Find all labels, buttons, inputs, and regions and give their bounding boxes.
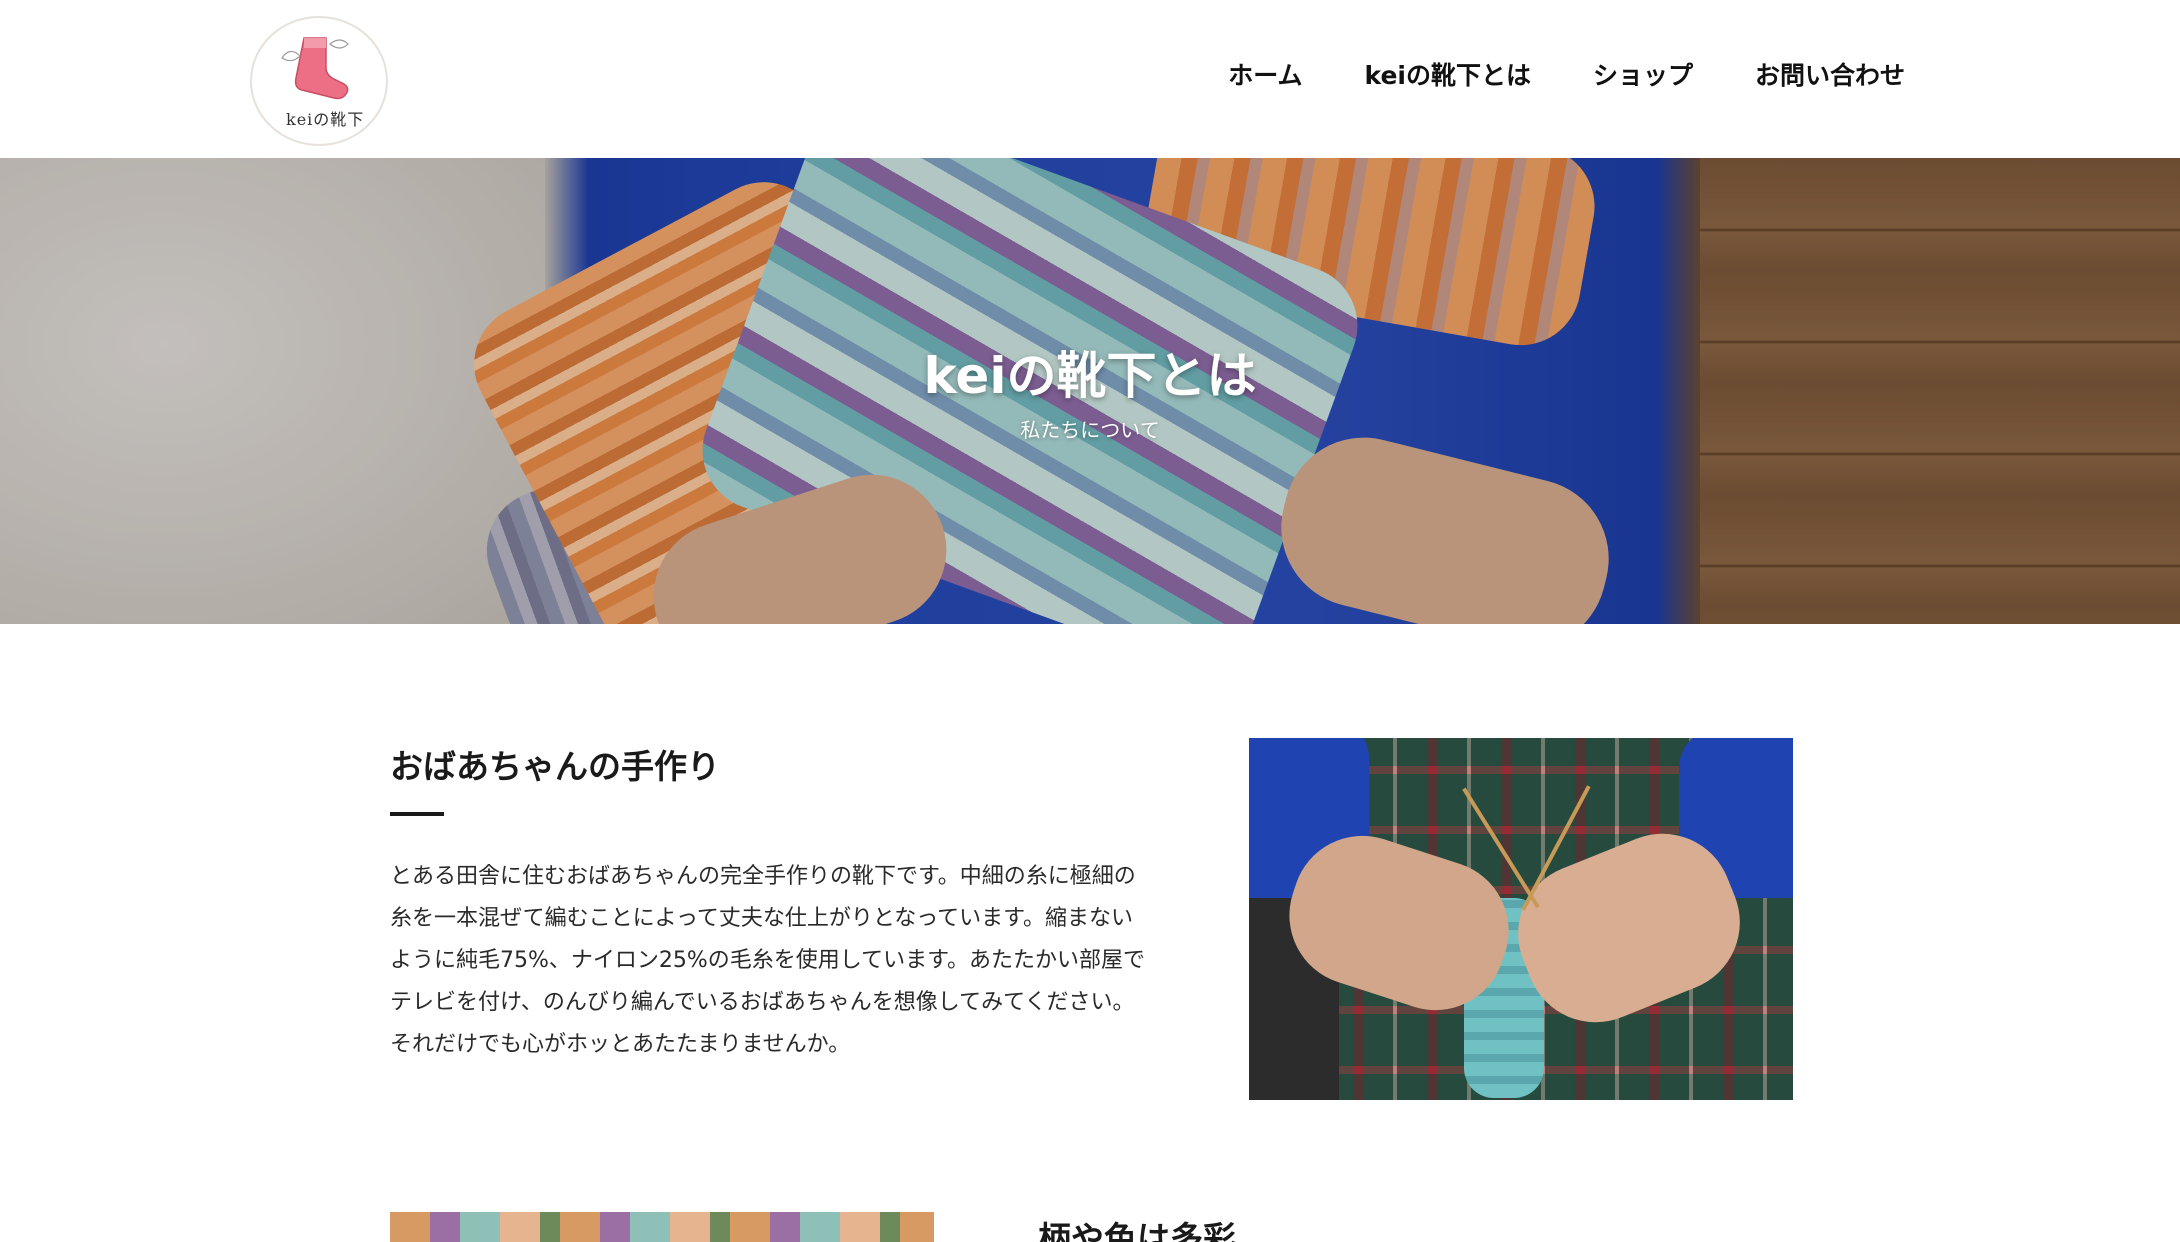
main-nav: ホーム keiの靴下とは ショップ お問い合わせ <box>1228 56 1905 92</box>
sock-logo-icon <box>281 37 349 100</box>
site-logo[interactable]: keiの靴下 <box>240 12 400 150</box>
site-header: keiの靴下 ホーム keiの靴下とは ショップ お問い合わせ <box>0 0 2180 158</box>
knitting-photo <box>1249 738 1793 1100</box>
nav-item-contact[interactable]: お問い合わせ <box>1755 56 1905 92</box>
logo-text: keiの靴下 <box>286 110 365 129</box>
socks-variety-photo <box>390 1212 934 1242</box>
section-title-handmade: おばあちゃんの手作り <box>390 747 720 786</box>
section-title-variety: 柄や色は多彩 <box>1038 1219 1236 1242</box>
nav-item-home[interactable]: ホーム <box>1228 56 1302 92</box>
nav-item-shop[interactable]: ショップ <box>1593 56 1693 92</box>
hero-title: keiの靴下とは <box>923 347 1257 405</box>
section-body-handmade: とある田舎に住むおばあちゃんの完全手作りの靴下です。中細の糸に極細の糸を一本混ぜ… <box>390 864 1145 1057</box>
hero-banner: keiの靴下とは 私たちについて <box>0 158 2180 624</box>
hero-subtitle: 私たちについて <box>1020 418 1160 442</box>
nav-item-about[interactable]: keiの靴下とは <box>1364 56 1530 92</box>
title-underline <box>390 812 444 816</box>
